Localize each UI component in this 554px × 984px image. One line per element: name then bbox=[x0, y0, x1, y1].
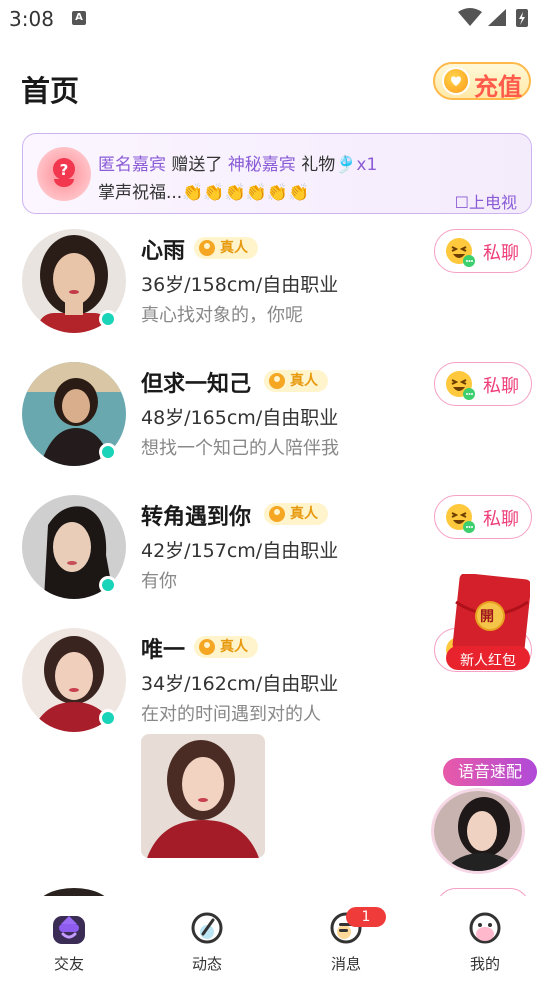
verified-label: 真人 bbox=[290, 373, 318, 389]
profile-card[interactable]: 但求一知己 真人 48岁/165cm/自由职业 想找一个知己的人陪伴我 私聊 bbox=[0, 362, 554, 495]
bottom-navigation: 交友 动态 1 消息 我的 bbox=[0, 896, 554, 984]
red-packet-label: 新人红包 bbox=[460, 653, 516, 669]
svg-text:?: ? bbox=[60, 161, 69, 179]
verified-badge: 真人 bbox=[194, 636, 258, 658]
tv-icon: ☐ bbox=[454, 193, 469, 212]
red-packet-open-char: 開 bbox=[480, 609, 494, 625]
voice-match-button[interactable]: 语音速配 bbox=[427, 758, 537, 878]
profile-bio: 在对的时间遇到对的人 bbox=[141, 704, 321, 725]
private-chat-button[interactable]: 私聊 bbox=[434, 362, 532, 406]
profile-bio: 想找一个知己的人陪伴我 bbox=[141, 438, 339, 459]
gift-word: 礼物 bbox=[301, 155, 336, 175]
verified-person-icon bbox=[269, 373, 285, 389]
profile-photo-thumbnail[interactable] bbox=[141, 734, 265, 858]
recharge-label: 充值 bbox=[474, 73, 522, 101]
verified-person-icon bbox=[269, 506, 285, 522]
verified-person-icon bbox=[199, 639, 215, 655]
nav-label: 动态 bbox=[191, 955, 222, 973]
profile-info: 48岁/165cm/自由职业 bbox=[141, 407, 339, 429]
voice-match-avatar bbox=[431, 788, 525, 874]
private-chat-button[interactable]: 私聊 bbox=[434, 495, 532, 539]
gift-name: 掌声祝福... bbox=[98, 183, 183, 203]
anonymous-avatar-icon: ? bbox=[37, 147, 91, 201]
nav-tab-friends[interactable]: 交友 bbox=[19, 896, 119, 984]
nav-tab-me[interactable]: 我的 bbox=[435, 896, 535, 984]
nav-label: 交友 bbox=[53, 955, 84, 973]
recharge-button[interactable]: 充值 bbox=[433, 62, 531, 101]
page-title: 首页 bbox=[21, 74, 80, 108]
profile-icon bbox=[469, 912, 501, 944]
status-bar: 3:08 A bbox=[0, 0, 554, 38]
gift-verb: 赠送了 bbox=[171, 155, 223, 175]
on-tv-button[interactable]: ☐上电视 bbox=[455, 189, 517, 213]
clap-emojis: 👏👏👏👏👏👏 bbox=[182, 183, 310, 203]
profile-bio: 真心找对象的，你呢 bbox=[141, 305, 303, 326]
verified-label: 真人 bbox=[220, 240, 248, 256]
signal-icon bbox=[488, 9, 506, 26]
profile-name: 但求一知己 bbox=[141, 372, 252, 397]
private-chat-label: 私聊 bbox=[483, 243, 519, 264]
profile-name: 转角遇到你 bbox=[141, 505, 252, 530]
online-status-dot bbox=[99, 576, 117, 594]
private-chat-label: 私聊 bbox=[483, 376, 519, 397]
laughing-emoji-icon bbox=[446, 238, 475, 267]
gift-emoji: 🎐 bbox=[335, 155, 357, 175]
voice-match-label: 语音速配 bbox=[443, 758, 537, 786]
verified-label: 真人 bbox=[220, 639, 248, 655]
friends-icon bbox=[53, 916, 85, 944]
heart-coin-icon bbox=[442, 67, 470, 95]
profile-bio: 有你 bbox=[141, 571, 177, 592]
gift-sender: 匿名嘉宾 bbox=[98, 155, 166, 175]
new-user-red-packet[interactable]: 開 新人红包 bbox=[446, 573, 532, 672]
gift-message: 匿名嘉宾 赠送了 神秘嘉宾 礼物🎐x1 bbox=[98, 150, 377, 175]
verified-badge: 真人 bbox=[264, 370, 328, 392]
status-time: 3:08 bbox=[9, 7, 54, 31]
profile-name: 心雨 bbox=[141, 239, 186, 264]
nav-tab-messages[interactable]: 1 消息 bbox=[296, 896, 396, 984]
gift-name-line: 掌声祝福...👏👏👏👏👏👏 bbox=[98, 178, 309, 203]
verified-person-icon bbox=[199, 240, 215, 256]
notification-a-icon: A bbox=[72, 11, 86, 25]
verified-badge: 真人 bbox=[264, 503, 328, 525]
gift-receiver: 神秘嘉宾 bbox=[227, 155, 296, 175]
laughing-emoji-icon bbox=[446, 371, 475, 400]
compass-icon bbox=[191, 912, 223, 944]
verified-badge: 真人 bbox=[194, 237, 258, 259]
online-status-dot bbox=[99, 310, 117, 328]
online-status-dot bbox=[99, 709, 117, 727]
next-profile-peek bbox=[0, 884, 554, 896]
verified-label: 真人 bbox=[290, 506, 318, 522]
gift-broadcast-banner[interactable]: ? 匿名嘉宾 赠送了 神秘嘉宾 礼物🎐x1 掌声祝福...👏👏👏👏👏👏 ☐上电视 bbox=[22, 133, 532, 214]
nav-tab-moments[interactable]: 动态 bbox=[157, 896, 257, 984]
profile-info: 42岁/157cm/自由职业 bbox=[141, 540, 339, 562]
profile-name: 唯一 bbox=[141, 638, 186, 663]
status-icons bbox=[458, 8, 528, 27]
unread-badge: 1 bbox=[346, 907, 386, 927]
on-tv-label: 上电视 bbox=[468, 193, 517, 212]
private-chat-label: 私聊 bbox=[483, 509, 519, 530]
gift-count: x1 bbox=[356, 155, 378, 175]
nav-label: 消息 bbox=[330, 955, 361, 973]
nav-label: 我的 bbox=[469, 955, 500, 973]
profile-info: 34岁/162cm/自由职业 bbox=[141, 673, 339, 695]
profile-card[interactable]: 心雨 真人 36岁/158cm/自由职业 真心找对象的，你呢 私聊 bbox=[0, 229, 554, 362]
wifi-icon bbox=[458, 8, 482, 26]
online-status-dot bbox=[99, 443, 117, 461]
private-chat-button[interactable]: 私聊 bbox=[434, 229, 532, 273]
laughing-emoji-icon bbox=[446, 504, 475, 533]
profile-info: 36岁/158cm/自由职业 bbox=[141, 274, 339, 296]
